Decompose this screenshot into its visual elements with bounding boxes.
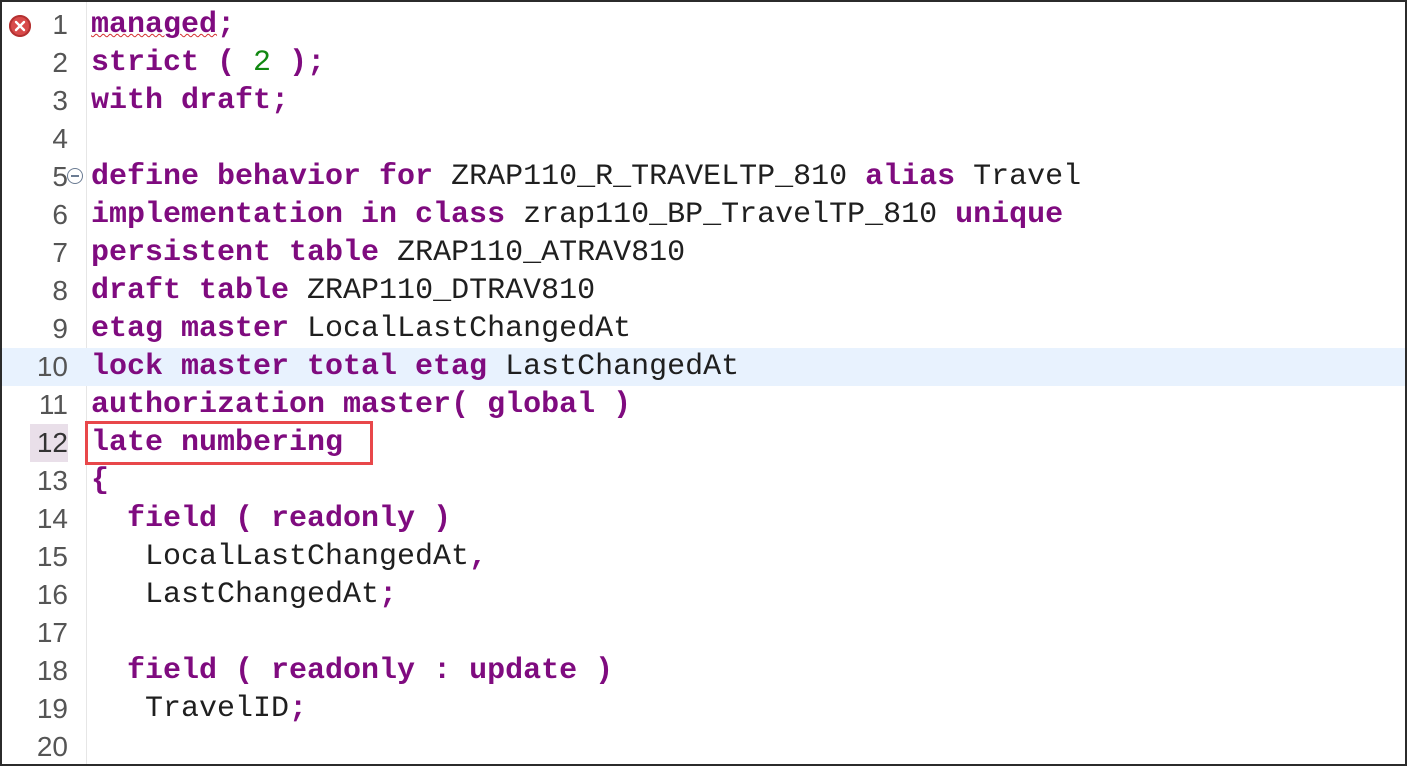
code-line[interactable]: 16 LastChangedAt; (2, 576, 1405, 614)
code-line[interactable]: 5 define behavior for ZRAP110_R_TRAVELTP_… (2, 158, 1405, 196)
line-number: 3 (52, 85, 68, 116)
line-number: 13 (36, 465, 68, 496)
code-line[interactable]: 10 lock master total etag LastChangedAt (2, 348, 1405, 386)
line-number: 8 (52, 275, 68, 306)
keyword-token: ; (379, 578, 398, 612)
keyword-token: authorization master( global ) (91, 388, 632, 422)
code-line[interactable]: 4 (2, 120, 1405, 158)
line-number: 6 (52, 199, 68, 230)
keyword-token: draft table (91, 274, 308, 308)
keyword-token: field ( readonly ) (127, 502, 452, 536)
code-line[interactable]: 19 TravelID; (2, 690, 1405, 728)
code-text[interactable]: implementation in class zrap110_BP_Trave… (91, 196, 1063, 234)
code-text[interactable]: LastChangedAt; (91, 576, 397, 614)
keyword-token: unique (955, 198, 1064, 232)
code-text[interactable]: TravelID; (91, 690, 307, 728)
code-text[interactable]: authorization master( global ) (91, 386, 631, 424)
line-number: 4 (52, 123, 68, 154)
keyword-token: managed (91, 8, 218, 42)
line-number: 18 (36, 655, 68, 686)
code-text[interactable]: managed; (91, 6, 235, 44)
code-line[interactable]: 8 draft table ZRAP110_DTRAV810 (2, 272, 1405, 310)
code-text[interactable]: lock master total etag LastChangedAt (91, 348, 739, 386)
code-text[interactable]: with draft; (91, 82, 289, 120)
line-number: 5 (52, 161, 68, 192)
keyword-token: ); (271, 46, 326, 80)
identifier-token: Travel (973, 160, 1082, 194)
line-number: 10 (36, 351, 68, 382)
keyword-token: field ( readonly : update ) (127, 654, 614, 688)
keyword-token: lock master total etag (91, 350, 506, 384)
code-line[interactable]: 6 implementation in class zrap110_BP_Trav… (2, 196, 1405, 234)
line-number: 14 (36, 503, 68, 534)
line-number: 1 (52, 9, 68, 40)
code-line[interactable]: 2 strict ( 2 ); (2, 44, 1405, 82)
code-line[interactable]: 13 { (2, 462, 1405, 500)
identifier-token: ZRAP110_ATRAV810 (397, 236, 686, 270)
line-number: 15 (36, 541, 68, 572)
keyword-token: define behavior for (91, 160, 452, 194)
code-text[interactable]: field ( readonly ) (91, 500, 451, 538)
keyword-token: alias (865, 160, 974, 194)
identifier-token: ZRAP110_DTRAV810 (307, 274, 596, 308)
line-number: 17 (36, 617, 68, 648)
identifier-token: TravelID (91, 692, 290, 726)
identifier-token: LastChangedAt (505, 350, 740, 384)
code-text[interactable]: etag master LocalLastChangedAt (91, 310, 631, 348)
code-line[interactable]: 18 field ( readonly : update ) (2, 652, 1405, 690)
keyword-token: with draft; (91, 84, 290, 118)
identifier-token: LocalLastChangedAt (307, 312, 632, 346)
code-text[interactable]: { (91, 462, 109, 500)
number-token: 2 (253, 46, 272, 80)
code-line[interactable]: 3 with draft; (2, 82, 1405, 120)
code-line[interactable]: 14 field ( readonly ) (2, 500, 1405, 538)
line-number: 12 (30, 424, 68, 462)
code-text[interactable]: strict ( 2 ); (91, 44, 325, 82)
line-number: 16 (36, 579, 68, 610)
keyword-token: strict (91, 46, 200, 80)
line-number: 2 (52, 47, 68, 78)
code-editor[interactable]: 1 managed; 2 strict ( 2 ); 3 with draft; 4 5 def… (0, 0, 1407, 766)
identifier-token: zrap110_BP_TravelTP_810 (523, 198, 956, 232)
line-number: 9 (52, 313, 68, 344)
code-text[interactable]: LocalLastChangedAt, (91, 538, 487, 576)
annotation-highlight-box (85, 421, 373, 465)
code-text[interactable]: define behavior for ZRAP110_R_TRAVELTP_8… (91, 158, 1081, 196)
keyword-token: etag master (91, 312, 308, 346)
line-number: 20 (36, 731, 68, 762)
identifier-token (91, 502, 127, 536)
line-number: 7 (52, 237, 68, 268)
code-text[interactable]: draft table ZRAP110_DTRAV810 (91, 272, 595, 310)
keyword-token: ; (217, 8, 236, 42)
keyword-token: persistent table (91, 236, 398, 270)
error-icon[interactable] (9, 15, 31, 37)
code-line[interactable]: 11 authorization master( global ) (2, 386, 1405, 424)
code-line[interactable]: 17 (2, 614, 1405, 652)
identifier-token: ZRAP110_R_TRAVELTP_810 (451, 160, 866, 194)
code-line[interactable]: 1 managed; (2, 6, 1405, 44)
code-text[interactable]: field ( readonly : update ) (91, 652, 613, 690)
code-line[interactable]: 15 LocalLastChangedAt, (2, 538, 1405, 576)
keyword-token: , (469, 540, 488, 574)
code-line[interactable]: 7 persistent table ZRAP110_ATRAV810 (2, 234, 1405, 272)
keyword-token: ; (289, 692, 308, 726)
keyword-token: implementation in class (91, 198, 524, 232)
code-text[interactable]: persistent table ZRAP110_ATRAV810 (91, 234, 685, 272)
code-line[interactable]: 9 etag master LocalLastChangedAt (2, 310, 1405, 348)
fold-collapse-icon[interactable] (67, 168, 83, 184)
identifier-token: LastChangedAt (91, 578, 380, 612)
identifier-token (91, 654, 127, 688)
keyword-token: ( (199, 46, 254, 80)
identifier-token: LocalLastChangedAt (91, 540, 470, 574)
line-number: 11 (38, 389, 68, 420)
keyword-token: { (91, 464, 110, 498)
code-line[interactable]: 20 (2, 728, 1405, 766)
line-number: 19 (36, 693, 68, 724)
